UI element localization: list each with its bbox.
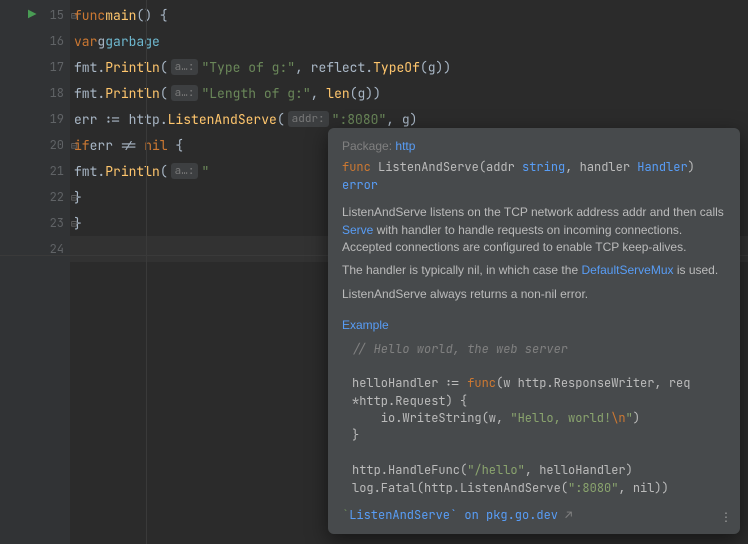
doc-package-link[interactable]: http — [395, 139, 415, 153]
code-line[interactable]: var g garbage — [70, 28, 748, 54]
doc-package: Package: http — [342, 138, 726, 155]
run-icon[interactable]: ▶ — [28, 6, 36, 24]
doc-signature: func ListenAndServe(addr string, handler… — [342, 159, 726, 194]
line-number: 15 — [50, 7, 64, 23]
doc-paragraph: ListenAndServe always returns a non-nil … — [342, 286, 726, 303]
quick-doc-popup[interactable]: Package: http func ListenAndServe(addr s… — [328, 128, 740, 534]
code-line[interactable]: fmt.Println(a…:"Type of g:", reflect.Typ… — [70, 54, 748, 80]
indent-guide — [146, 0, 147, 544]
gutter-row: ▶ 15 ⊟ — [0, 2, 70, 28]
doc-example-code: // Hello world, the web server helloHand… — [352, 341, 726, 498]
param-hint: addr: — [288, 111, 329, 127]
line-number: 17 — [50, 59, 64, 75]
doc-paragraph: ListenAndServe listens on the TCP networ… — [342, 204, 726, 256]
line-number: 16 — [50, 33, 64, 49]
line-number: 21 — [50, 163, 64, 179]
more-icon[interactable]: ⋮ — [720, 509, 732, 526]
line-number: 20 — [50, 137, 64, 153]
code-line[interactable]: func main() { — [70, 2, 748, 28]
doc-link-defaultservemux[interactable]: DefaultServeMux — [581, 263, 673, 277]
line-number: 19 — [50, 111, 64, 127]
doc-example-title[interactable]: Example — [342, 317, 389, 334]
code-line[interactable]: fmt.Println(a…:"Length of g:", len(g)) — [70, 80, 748, 106]
doc-external-link[interactable]: `ListenAndServe` on pkg.go.dev ↗ — [342, 507, 726, 524]
doc-link-serve[interactable]: Serve — [342, 223, 373, 237]
param-hint: a…: — [171, 85, 199, 101]
doc-paragraph: The handler is typically nil, in which c… — [342, 262, 726, 279]
line-number: 18 — [50, 85, 64, 101]
gutter: ▶ 15 ⊟ 16 17 18 19 20 ⊟ 21 22 ⊟ 23 ⊟ 24 — [0, 0, 70, 544]
param-hint: a…: — [171, 59, 199, 75]
param-hint: a…: — [171, 163, 199, 179]
line-number: 22 — [50, 189, 64, 205]
line-number: 23 — [50, 215, 64, 231]
